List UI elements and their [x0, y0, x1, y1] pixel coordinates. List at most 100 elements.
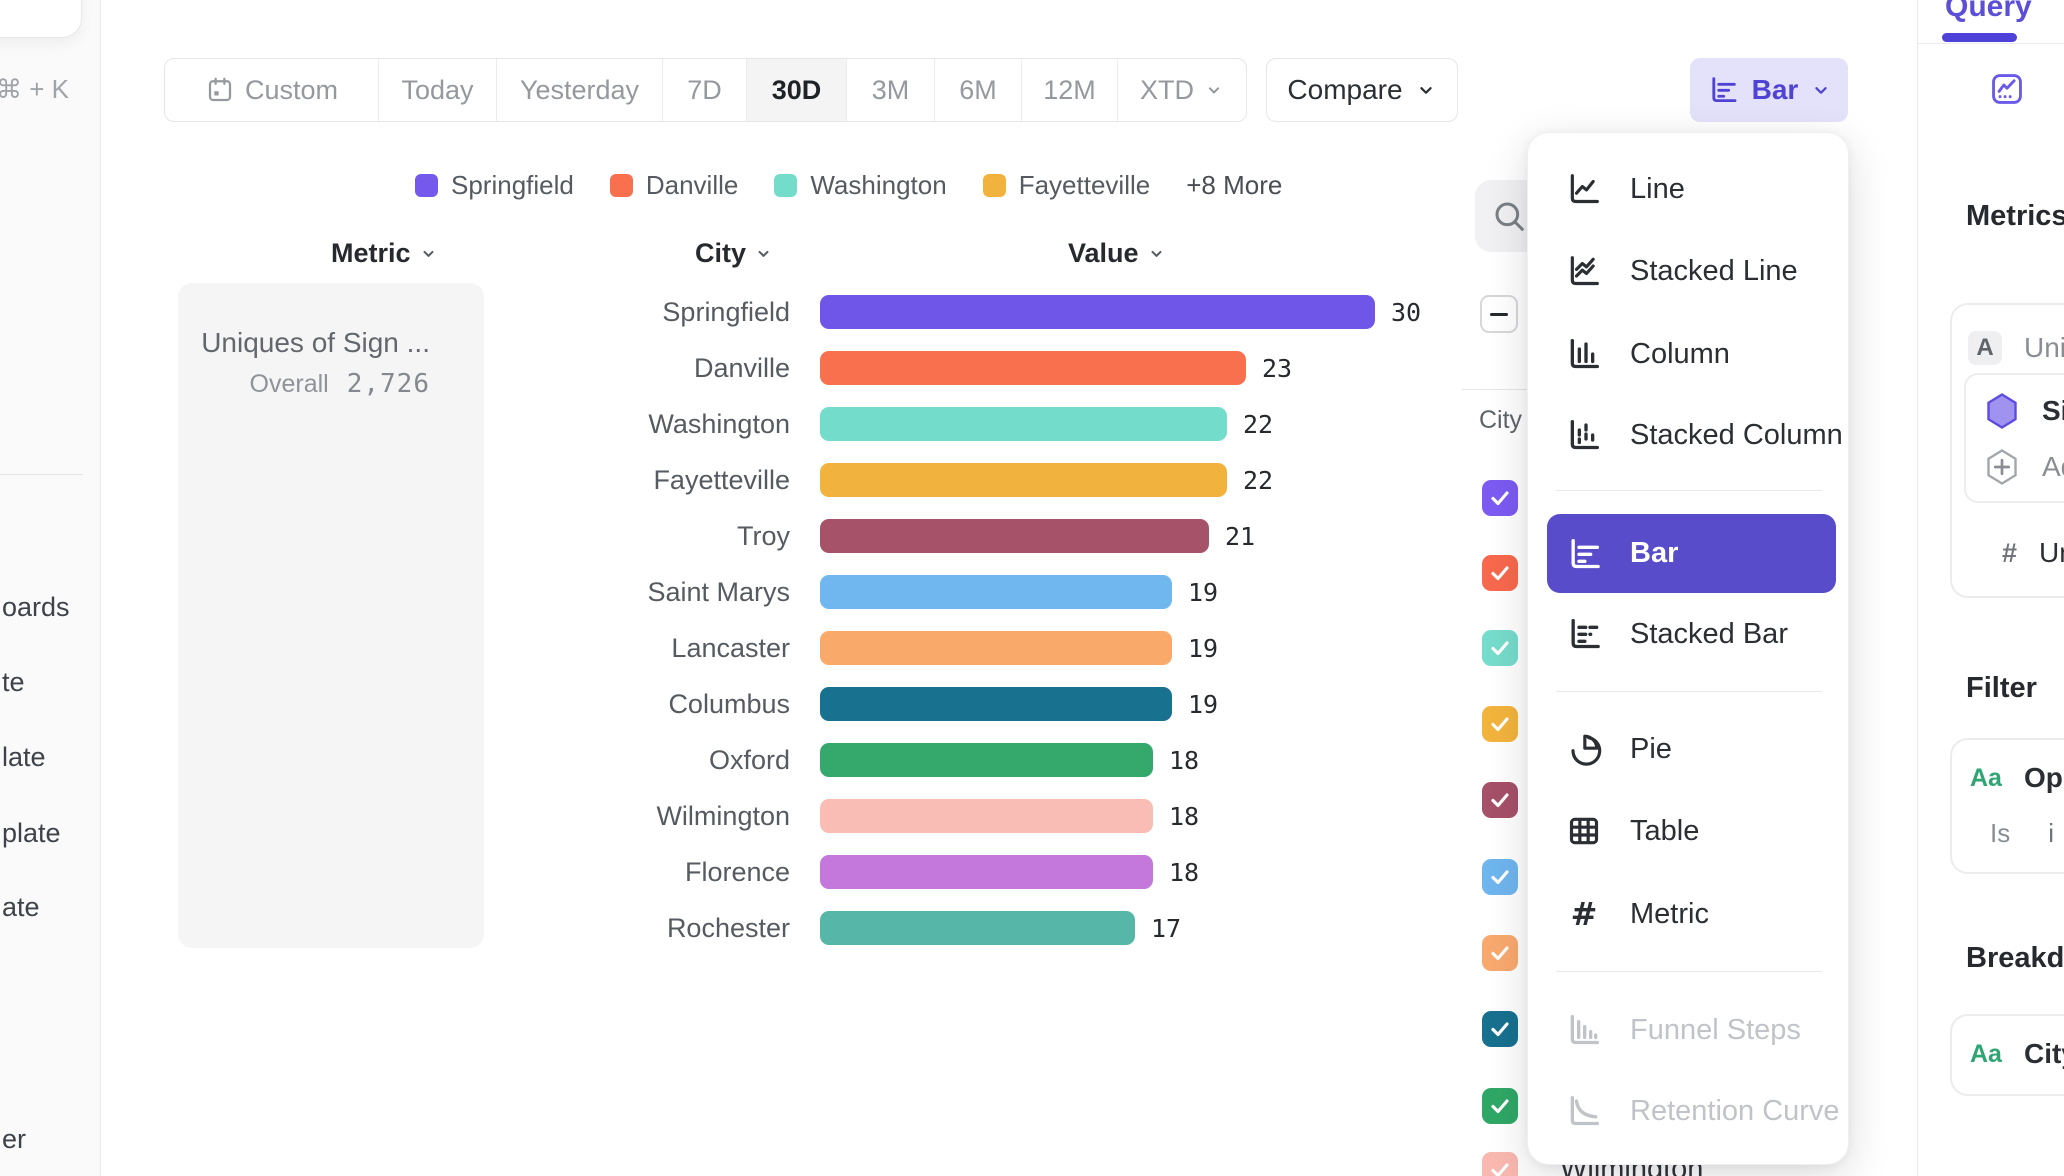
query-builder-sidebar: Query Metrics A Uniqu Sig Add	[1917, 0, 2064, 1176]
bar-value-label: 18	[1169, 858, 1199, 887]
bar-category-label: Wilmington	[470, 799, 790, 833]
column-header-value[interactable]: Value	[1068, 238, 1166, 269]
city-checkbox-checked[interactable]	[1482, 630, 1518, 666]
city-checkbox-checked[interactable]	[1482, 782, 1518, 818]
insights-chart-icon[interactable]	[1988, 70, 2026, 108]
menu-item-bar-selected[interactable]: Bar	[1547, 514, 1836, 593]
menu-item-stacked-column[interactable]: Stacked Column	[1528, 395, 1850, 475]
pie-chart-icon	[1564, 729, 1604, 769]
bar-wilmington[interactable]	[820, 799, 1153, 833]
rail-item-4[interactable]: ate	[2, 892, 40, 923]
legend-label: Fayetteville	[1019, 170, 1151, 201]
legend-label: Danville	[646, 170, 739, 201]
rail-search-card[interactable]	[0, 0, 82, 38]
table-icon	[1564, 811, 1604, 851]
metric-overall-row: Overall 2,726	[250, 369, 430, 399]
column-header-metric[interactable]: Metric	[331, 238, 438, 269]
rail-item-boards[interactable]: oards	[2, 592, 70, 623]
bar-category-label: Columbus	[470, 687, 790, 721]
menu-item-funnel-steps-disabled: Funnel Steps	[1528, 990, 1850, 1070]
filter-condition-row[interactable]: Is i	[1990, 818, 2054, 849]
breakdown-property-row[interactable]: Aa City	[1970, 1038, 2064, 1070]
add-event-row[interactable]: Add	[1984, 447, 2064, 487]
filter-property-row[interactable]: Aa Ope	[1970, 762, 2064, 794]
rail-item-2[interactable]: late	[2, 742, 46, 773]
chevron-down-icon	[419, 244, 438, 263]
bar-springfield[interactable]	[820, 295, 1375, 329]
chart-type-button[interactable]: Bar	[1690, 58, 1848, 122]
city-checkbox-checked[interactable]	[1482, 1011, 1518, 1047]
menu-item-column[interactable]: Column	[1528, 314, 1850, 394]
time-range-6m[interactable]: 6M	[934, 59, 1021, 121]
column-header-city[interactable]: City	[695, 238, 773, 269]
event-row[interactable]: Sig	[1984, 391, 2064, 431]
bar-category-label: Troy	[470, 519, 790, 553]
legend-item-fayetteville[interactable]: Fayetteville	[983, 170, 1151, 201]
time-range-label: 7D	[687, 75, 722, 106]
menu-item-line[interactable]: Line	[1528, 149, 1850, 229]
rail-item-3[interactable]: plate	[2, 818, 61, 849]
time-range-12m[interactable]: 12M	[1021, 59, 1117, 121]
menu-item-pie[interactable]: Pie	[1528, 709, 1850, 789]
bar-washington[interactable]	[820, 407, 1227, 441]
bar-danville[interactable]	[820, 351, 1246, 385]
bar-category-label: Florence	[470, 855, 790, 889]
legend-item-washington[interactable]: Washington	[774, 170, 946, 201]
city-checkbox-checked[interactable]	[1482, 859, 1518, 895]
time-range-30d-selected[interactable]: 30D	[746, 59, 846, 121]
rail-item-1[interactable]: te	[2, 667, 25, 698]
legend-more-link[interactable]: +8 More	[1186, 170, 1282, 201]
hash-icon: #	[1564, 894, 1604, 934]
time-range-label: Yesterday	[520, 75, 639, 106]
city-checkbox-checked[interactable]	[1482, 480, 1518, 516]
bar-lancaster[interactable]	[820, 631, 1172, 665]
metric-summary-card[interactable]: Uniques of Sign ... Overall 2,726	[178, 283, 484, 948]
rail-item-5[interactable]: er	[2, 1124, 26, 1155]
city-checkbox-checked[interactable]	[1482, 935, 1518, 971]
legend-item-springfield[interactable]: Springfield	[415, 170, 574, 201]
select-all-checkbox-indeterminate[interactable]	[1480, 295, 1518, 333]
time-range-yesterday[interactable]: Yesterday	[496, 59, 662, 121]
time-range-today[interactable]: Today	[378, 59, 496, 121]
bar-florence[interactable]	[820, 855, 1153, 889]
bar-columbus[interactable]	[820, 687, 1172, 721]
city-checkbox-checked[interactable]	[1482, 1088, 1518, 1124]
retention-curve-icon	[1564, 1091, 1604, 1131]
time-range-custom[interactable]: Custom	[165, 59, 378, 121]
time-range-xtd[interactable]: XTD	[1117, 59, 1246, 121]
bar-fayetteville[interactable]	[820, 463, 1227, 497]
count-type-row[interactable]: # Uniqu	[2002, 537, 2064, 569]
compare-button[interactable]: Compare	[1266, 58, 1458, 122]
bar-category-label: Lancaster	[470, 631, 790, 665]
bar-row: 18	[820, 743, 1199, 777]
bar-value-label: 18	[1169, 746, 1199, 775]
filter-property-text: Ope	[2024, 762, 2064, 794]
metric-name-row[interactable]: A Uniqu	[1968, 331, 2064, 365]
menu-item-table[interactable]: Table	[1528, 791, 1850, 871]
city-checkbox-checked[interactable]	[1482, 706, 1518, 742]
legend-swatch	[610, 174, 633, 197]
column-header-label: Metric	[331, 238, 411, 269]
menu-item-label: Pie	[1630, 733, 1672, 766]
bar-saint-marys[interactable]	[820, 575, 1172, 609]
bar-rochester[interactable]	[820, 911, 1135, 945]
bar-category-label: Danville	[470, 351, 790, 385]
tab-query[interactable]: Query	[1945, 0, 2032, 24]
city-checkbox-checked[interactable]	[1482, 1152, 1518, 1176]
chevron-down-icon	[754, 244, 773, 263]
city-checkbox-checked[interactable]	[1482, 555, 1518, 591]
bar-troy[interactable]	[820, 519, 1209, 553]
bar-value-label: 19	[1188, 578, 1218, 607]
metric-title: Uniques of Sign ...	[201, 327, 430, 359]
menu-item-stacked-line[interactable]: Stacked Line	[1528, 231, 1850, 311]
legend-item-danville[interactable]: Danville	[610, 170, 739, 201]
time-range-7d[interactable]: 7D	[662, 59, 746, 121]
menu-item-metric[interactable]: # Metric	[1528, 874, 1850, 954]
menu-item-label: Retention Curve	[1630, 1095, 1840, 1128]
menu-item-stacked-bar[interactable]: Stacked Bar	[1528, 594, 1850, 674]
menu-divider	[1556, 490, 1822, 491]
bar-oxford[interactable]	[820, 743, 1153, 777]
bar-value-label: 23	[1262, 354, 1292, 383]
bar-row: 19	[820, 687, 1218, 721]
time-range-3m[interactable]: 3M	[846, 59, 934, 121]
